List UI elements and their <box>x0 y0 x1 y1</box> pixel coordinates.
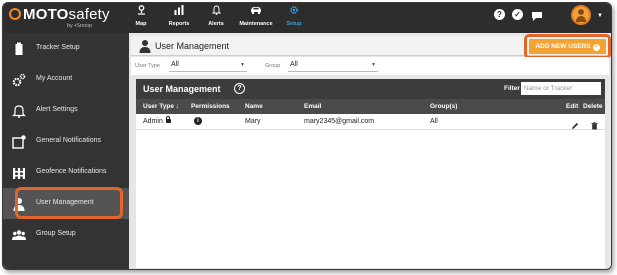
filter-label: Filter <box>504 85 520 92</box>
sidebar: Tracker Setup My Account Alert Settings … <box>3 33 129 269</box>
panel-title: User Management <box>143 84 221 94</box>
logo-subtitle: by •Snoop <box>67 23 93 29</box>
logo-text: MOTOsafety <box>9 6 110 23</box>
column-permissions[interactable]: Permissions <box>191 103 230 110</box>
column-edit: Edit <box>566 103 579 110</box>
column-email[interactable]: Email <box>304 103 321 110</box>
chevron-down-icon: ▼ <box>371 62 376 68</box>
cell-user-type: Admin <box>143 116 171 125</box>
avatar-icon[interactable] <box>571 5 591 25</box>
panel-header: User Management ? Filter <box>136 79 605 99</box>
trash-icon[interactable] <box>591 117 598 130</box>
person-icon <box>139 39 151 53</box>
group-select[interactable]: All ▼ <box>288 59 378 72</box>
gear-icon <box>285 5 303 19</box>
add-new-users-button[interactable]: ADD NEW USERS + <box>529 39 606 54</box>
help-icon[interactable]: ? <box>234 83 245 94</box>
table-header: User Type ↓ Permissions Name Email Group… <box>136 99 605 114</box>
sidebar-item-general-notifications[interactable]: General Notifications <box>3 126 129 157</box>
tracker-device-icon <box>12 42 26 56</box>
nav-setup[interactable]: Setup <box>285 5 303 33</box>
fence-icon <box>12 166 26 180</box>
table-row[interactable]: Admin i Mary mary2345@gmail.com All <box>136 114 605 130</box>
help-icon[interactable]: ? <box>494 9 505 20</box>
car-icon <box>238 5 274 19</box>
nav-maintenance[interactable]: Maintenance <box>238 5 274 33</box>
group-filter-label: Group <box>265 63 281 69</box>
table-empty-area <box>136 130 605 268</box>
filter-bar: User Type All ▼ Group All ▼ <box>131 57 609 75</box>
filter-input[interactable] <box>521 82 601 95</box>
logo[interactable]: MOTOsafety by •Snoop <box>9 6 129 30</box>
group-icon <box>12 228 26 242</box>
nav-map[interactable]: Map <box>133 5 149 33</box>
sidebar-item-my-account[interactable]: My Account <box>3 64 129 95</box>
sidebar-item-group-setup[interactable]: Group Setup <box>3 219 129 250</box>
column-user-type[interactable]: User Type ↓ <box>143 103 179 110</box>
cell-groups: All <box>430 118 438 125</box>
logo-gear-icon <box>9 8 21 20</box>
pencil-icon[interactable] <box>571 117 579 129</box>
page-title: User Management <box>155 41 230 51</box>
top-bar: MOTOsafety by •Snoop Map Reports Alerts … <box>3 3 611 33</box>
column-delete: Delete <box>583 103 603 110</box>
sidebar-item-tracker-setup[interactable]: Tracker Setup <box>3 33 129 64</box>
notification-icon <box>12 135 26 149</box>
nav-alerts[interactable]: Alerts <box>207 5 225 33</box>
bell-icon <box>207 5 225 19</box>
column-name[interactable]: Name <box>245 103 263 110</box>
bar-chart-icon <box>167 5 191 19</box>
sidebar-item-alert-settings[interactable]: Alert Settings <box>3 95 129 126</box>
user-type-filter-label: User Type <box>135 63 160 69</box>
main-content: User Management ADD NEW USERS + User Type… <box>129 33 611 269</box>
chevron-down-icon: ▼ <box>240 62 245 68</box>
nav-reports[interactable]: Reports <box>167 5 191 33</box>
plus-icon: + <box>592 44 600 51</box>
sidebar-item-geofence-notifications[interactable]: Geofence Notifications <box>3 157 129 188</box>
user-management-highlight <box>15 187 123 219</box>
column-groups[interactable]: Group(s) <box>430 103 457 110</box>
gears-icon <box>12 73 26 87</box>
lock-icon <box>165 116 171 123</box>
user-type-select[interactable]: All ▼ <box>169 59 247 72</box>
add-users-highlight: ADD NEW USERS + <box>524 34 611 59</box>
check-icon[interactable]: ✓ <box>512 9 523 20</box>
info-icon[interactable]: i <box>194 117 202 125</box>
cell-name: Mary <box>245 118 261 125</box>
chat-icon[interactable] <box>531 9 543 21</box>
page-header: User Management ADD NEW USERS + <box>131 34 611 59</box>
bell-icon <box>12 104 26 118</box>
chevron-down-icon[interactable]: ▼ <box>597 13 603 19</box>
cell-email: mary2345@gmail.com <box>304 118 375 125</box>
map-icon <box>133 5 149 19</box>
app-window: MOTOsafety by •Snoop Map Reports Alerts … <box>2 2 612 270</box>
